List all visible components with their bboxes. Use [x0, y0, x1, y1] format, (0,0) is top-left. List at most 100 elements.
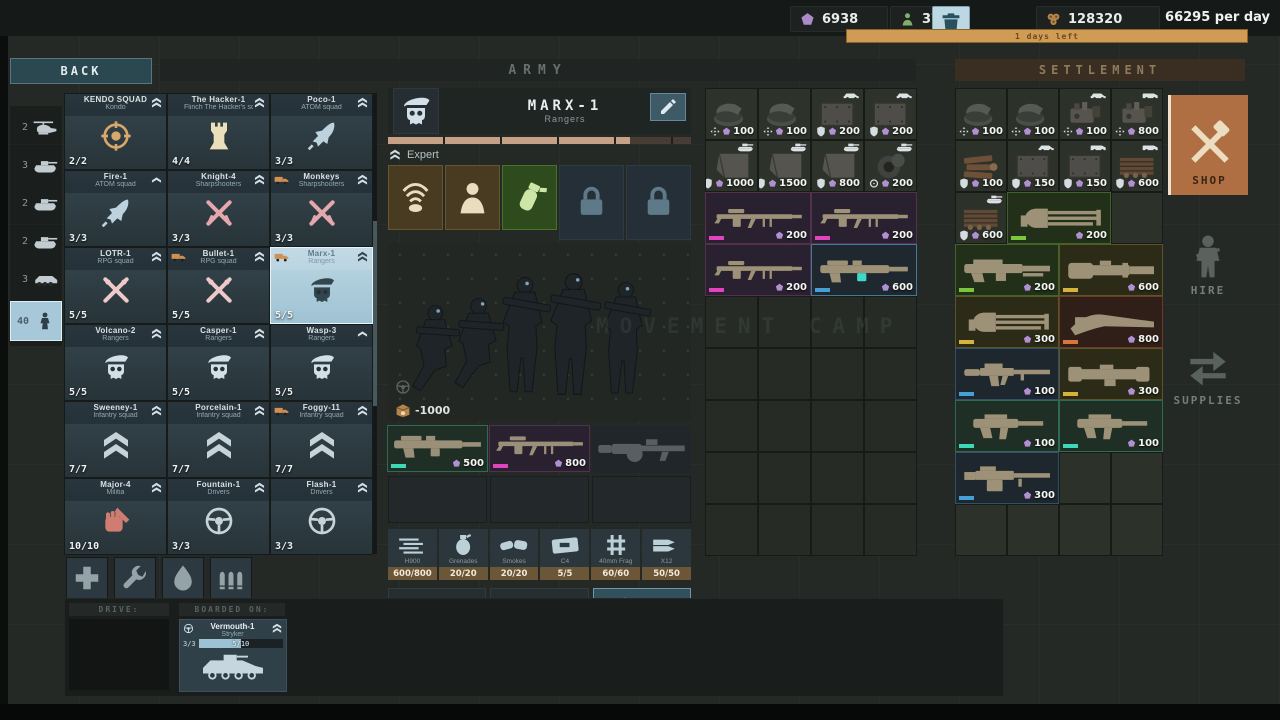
equipment-slot[interactable]: 40mm Frag 60/60 [591, 529, 641, 580]
tool-button[interactable] [162, 557, 204, 599]
sidebar-tab[interactable]: SUPPLIES [1168, 319, 1248, 415]
inventory-item[interactable]: 200 [811, 192, 917, 244]
squad-card[interactable]: Casper-1 Rangers 5/5 [168, 325, 269, 400]
inventory-item[interactable]: 100 [706, 89, 757, 139]
squad-card[interactable]: Foggy-11 Infantry squad 7/7 [271, 402, 372, 477]
squad-card[interactable]: Poco-1 ATOM squad 3/3 [271, 94, 372, 169]
shop-item[interactable]: 150 [1008, 141, 1058, 191]
inventory-item[interactable] [865, 401, 916, 451]
inventory-item[interactable]: 200 [865, 89, 916, 139]
boarded-vehicle-card[interactable]: Vermouth-1 Stryker 3/3 5/10 [179, 619, 287, 692]
shop-item[interactable]: 300 [955, 296, 1059, 348]
shop-item[interactable] [1008, 505, 1058, 555]
squad-card[interactable]: Wasp-3 Rangers 5/5 [271, 325, 372, 400]
inventory-item[interactable] [706, 349, 757, 399]
weapon-slot[interactable] [592, 426, 691, 473]
shop-item[interactable]: 100 [1059, 400, 1163, 452]
inventory-item[interactable] [706, 401, 757, 451]
equipment-slot[interactable]: Smokes 20/20 [489, 529, 539, 580]
equipment-slot[interactable]: C4 5/5 [540, 529, 590, 580]
squad-card[interactable]: Fountain-1 Drivers 3/3 [168, 479, 269, 554]
shop-item[interactable]: 100 [1008, 89, 1058, 139]
empty-slot[interactable] [592, 476, 691, 523]
inventory-item[interactable]: 800 [812, 141, 863, 191]
inventory-item[interactable] [706, 505, 757, 555]
edit-name-button[interactable] [650, 93, 686, 121]
scrollbar-thumb[interactable] [373, 221, 377, 406]
equipment-slot[interactable]: X12 50/50 [642, 529, 691, 580]
shop-item[interactable]: 300 [955, 452, 1059, 504]
inventory-item[interactable] [759, 453, 810, 503]
empty-slot[interactable] [388, 476, 487, 523]
unit-group-tab[interactable]: 40 [10, 301, 62, 341]
inventory-item[interactable] [759, 297, 810, 347]
inventory-item[interactable] [812, 453, 863, 503]
shop-item[interactable]: 100 [955, 348, 1059, 400]
shop-item[interactable]: 100 [955, 400, 1059, 452]
shop-item[interactable]: 600 [1059, 244, 1163, 296]
perk-slot[interactable] [445, 165, 500, 230]
unit-group-tab[interactable]: 2 [10, 225, 62, 258]
squad-list-scrollbar[interactable] [373, 93, 377, 554]
shop-item[interactable] [1060, 505, 1110, 555]
inventory-item[interactable] [865, 453, 916, 503]
squad-card[interactable]: Bullet-1 RPG squad 5/5 [168, 248, 269, 323]
inventory-item[interactable]: 100 [759, 89, 810, 139]
shop-item[interactable]: 100 [956, 141, 1006, 191]
tool-button[interactable] [210, 557, 252, 599]
inventory-item[interactable]: 1500 [759, 141, 810, 191]
squad-card[interactable]: Major-4 Militia 10/10 [65, 479, 166, 554]
squad-card[interactable]: Flash-1 Drivers 3/3 [271, 479, 372, 554]
weapon-slot[interactable]: 500 [387, 425, 488, 472]
perk-slot[interactable] [559, 165, 624, 240]
shop-item[interactable]: 800 [1059, 296, 1163, 348]
shop-item[interactable]: 600 [956, 193, 1006, 243]
squad-card[interactable]: KENDO SQUAD Kondo 2/2 [65, 94, 166, 169]
sidebar-tab[interactable]: SHOP [1168, 95, 1248, 195]
shop-item[interactable] [1112, 193, 1162, 243]
perk-slot[interactable] [502, 165, 557, 230]
inventory-item[interactable]: 200 [865, 141, 916, 191]
inventory-item[interactable]: 200 [705, 244, 811, 296]
inventory-item[interactable]: 200 [705, 192, 811, 244]
sidebar-tab[interactable]: HIRE [1168, 209, 1248, 305]
inventory-item[interactable] [759, 401, 810, 451]
perk-slot[interactable] [388, 165, 443, 230]
squad-card[interactable]: Knight-4 Sharpshooters 3/3 [168, 171, 269, 246]
inventory-item[interactable] [812, 297, 863, 347]
weapon-slot[interactable]: 800 [489, 425, 590, 472]
shop-item[interactable]: 200 [955, 244, 1059, 296]
perk-slot[interactable] [626, 165, 691, 240]
inventory-item[interactable] [865, 349, 916, 399]
squad-card[interactable]: The Hacker-1 Flinch The Hacker's squad 4… [168, 94, 269, 169]
shop-item[interactable]: 100 [1060, 89, 1110, 139]
inventory-item[interactable] [812, 401, 863, 451]
squad-card[interactable]: LOTR-1 RPG squad 5/5 [65, 248, 166, 323]
equipment-slot[interactable]: H900 600/800 [388, 529, 437, 580]
shop-item[interactable]: 300 [1059, 348, 1163, 400]
squad-card[interactable]: Monkeys Sharpshooters 3/3 [271, 171, 372, 246]
drive-slot[interactable] [69, 619, 169, 690]
inventory-item[interactable]: 200 [812, 89, 863, 139]
empty-slot[interactable] [490, 476, 589, 523]
shop-item[interactable] [1112, 505, 1162, 555]
inventory-item[interactable] [812, 505, 863, 555]
unit-group-tab[interactable]: 3 [10, 149, 62, 182]
back-button[interactable]: BACK [10, 58, 152, 84]
tool-button[interactable] [114, 557, 156, 599]
inventory-item[interactable] [759, 505, 810, 555]
unit-group-tab[interactable]: 2 [10, 111, 62, 144]
shop-item[interactable]: 600 [1112, 141, 1162, 191]
inventory-item[interactable] [706, 453, 757, 503]
shop-item[interactable]: 150 [1060, 141, 1110, 191]
inventory-item[interactable]: 600 [811, 244, 917, 296]
inventory-item[interactable] [865, 505, 916, 555]
inventory-item[interactable] [865, 297, 916, 347]
squad-card[interactable]: Fire-1 ATOM squad 3/3 [65, 171, 166, 246]
squad-card[interactable]: Porcelain-1 Infantry squad 7/7 [168, 402, 269, 477]
tool-button[interactable] [66, 557, 108, 599]
squad-card[interactable]: Volcano-2 Rangers 5/5 [65, 325, 166, 400]
equipment-slot[interactable]: Grenades 20/20 [438, 529, 488, 580]
inventory-item[interactable] [759, 349, 810, 399]
squad-card[interactable]: Marx-1 Rangers 5/5 [270, 247, 373, 324]
